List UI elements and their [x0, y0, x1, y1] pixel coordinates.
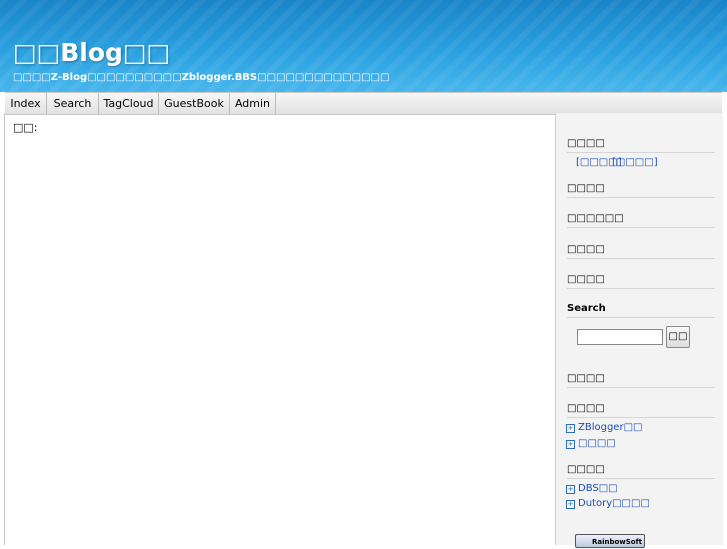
search-button[interactable]: □□ — [666, 326, 690, 348]
sidebar-list-item[interactable]: + □□□□ — [566, 438, 616, 449]
sidebar-section-title: □□□□ — [567, 138, 715, 153]
plus-bullet-icon: + — [566, 485, 575, 494]
sidebar-link-label[interactable]: □□□□ — [578, 438, 616, 449]
plus-bullet-icon: + — [566, 424, 575, 433]
sidebar-link-label[interactable]: Dutory□□□□ — [578, 498, 650, 509]
rainbowsoft-badge[interactable]: RainbowSoft — [575, 534, 645, 548]
sidebar-link[interactable]: [□□□□] — [612, 157, 658, 168]
main-content-label: □□: — [13, 121, 38, 134]
search-section-title: Search — [567, 303, 715, 318]
sidebar: □□□□ [□□□□] [□□□□] □□□□ □□□□□□ □□□□ □□□□… — [555, 113, 723, 548]
nav-item-search[interactable]: Search — [47, 93, 99, 114]
sidebar-section-title: □□□□ — [567, 183, 715, 198]
search-input[interactable] — [577, 329, 663, 345]
sidebar-section-title: □□□□ — [567, 373, 715, 388]
sidebar-section-title: □□□□ — [567, 274, 715, 289]
nav-bar: Index Search TagCloud GuestBook Admin — [5, 92, 722, 115]
nav-item-tagcloud[interactable]: TagCloud — [99, 93, 159, 114]
sidebar-link-label[interactable]: ZBlogger□□ — [578, 422, 642, 433]
sidebar-list-item[interactable]: + Dutory□□□□ — [566, 498, 650, 509]
site-subtitle: □□□□Z-Blog□□□□□□□□□□Zblogger.BBS□□□□□□□□… — [13, 72, 390, 83]
nav-item-admin[interactable]: Admin — [230, 93, 276, 114]
sidebar-section-title: □□□□ — [567, 464, 715, 479]
sidebar-list-item[interactable]: + ZBlogger□□ — [566, 422, 642, 433]
sidebar-link-label[interactable]: DBS□□ — [578, 483, 618, 494]
sidebar-section-title: □□□□ — [567, 244, 715, 259]
site-header: □□Blog□□ □□□□Z-Blog□□□□□□□□□□Zblogger.BB… — [0, 0, 727, 92]
sidebar-section-title: □□□□□□ — [567, 213, 715, 228]
sidebar-list-item[interactable]: + DBS□□ — [566, 483, 618, 494]
site-title[interactable]: □□Blog□□ — [13, 38, 170, 67]
plus-bullet-icon: + — [566, 500, 575, 509]
nav-item-guestbook[interactable]: GuestBook — [159, 93, 230, 114]
sidebar-section-title: □□□□ — [567, 403, 715, 418]
page-border-left — [4, 113, 5, 545]
nav-item-index[interactable]: Index — [5, 93, 47, 114]
plus-bullet-icon: + — [566, 440, 575, 449]
